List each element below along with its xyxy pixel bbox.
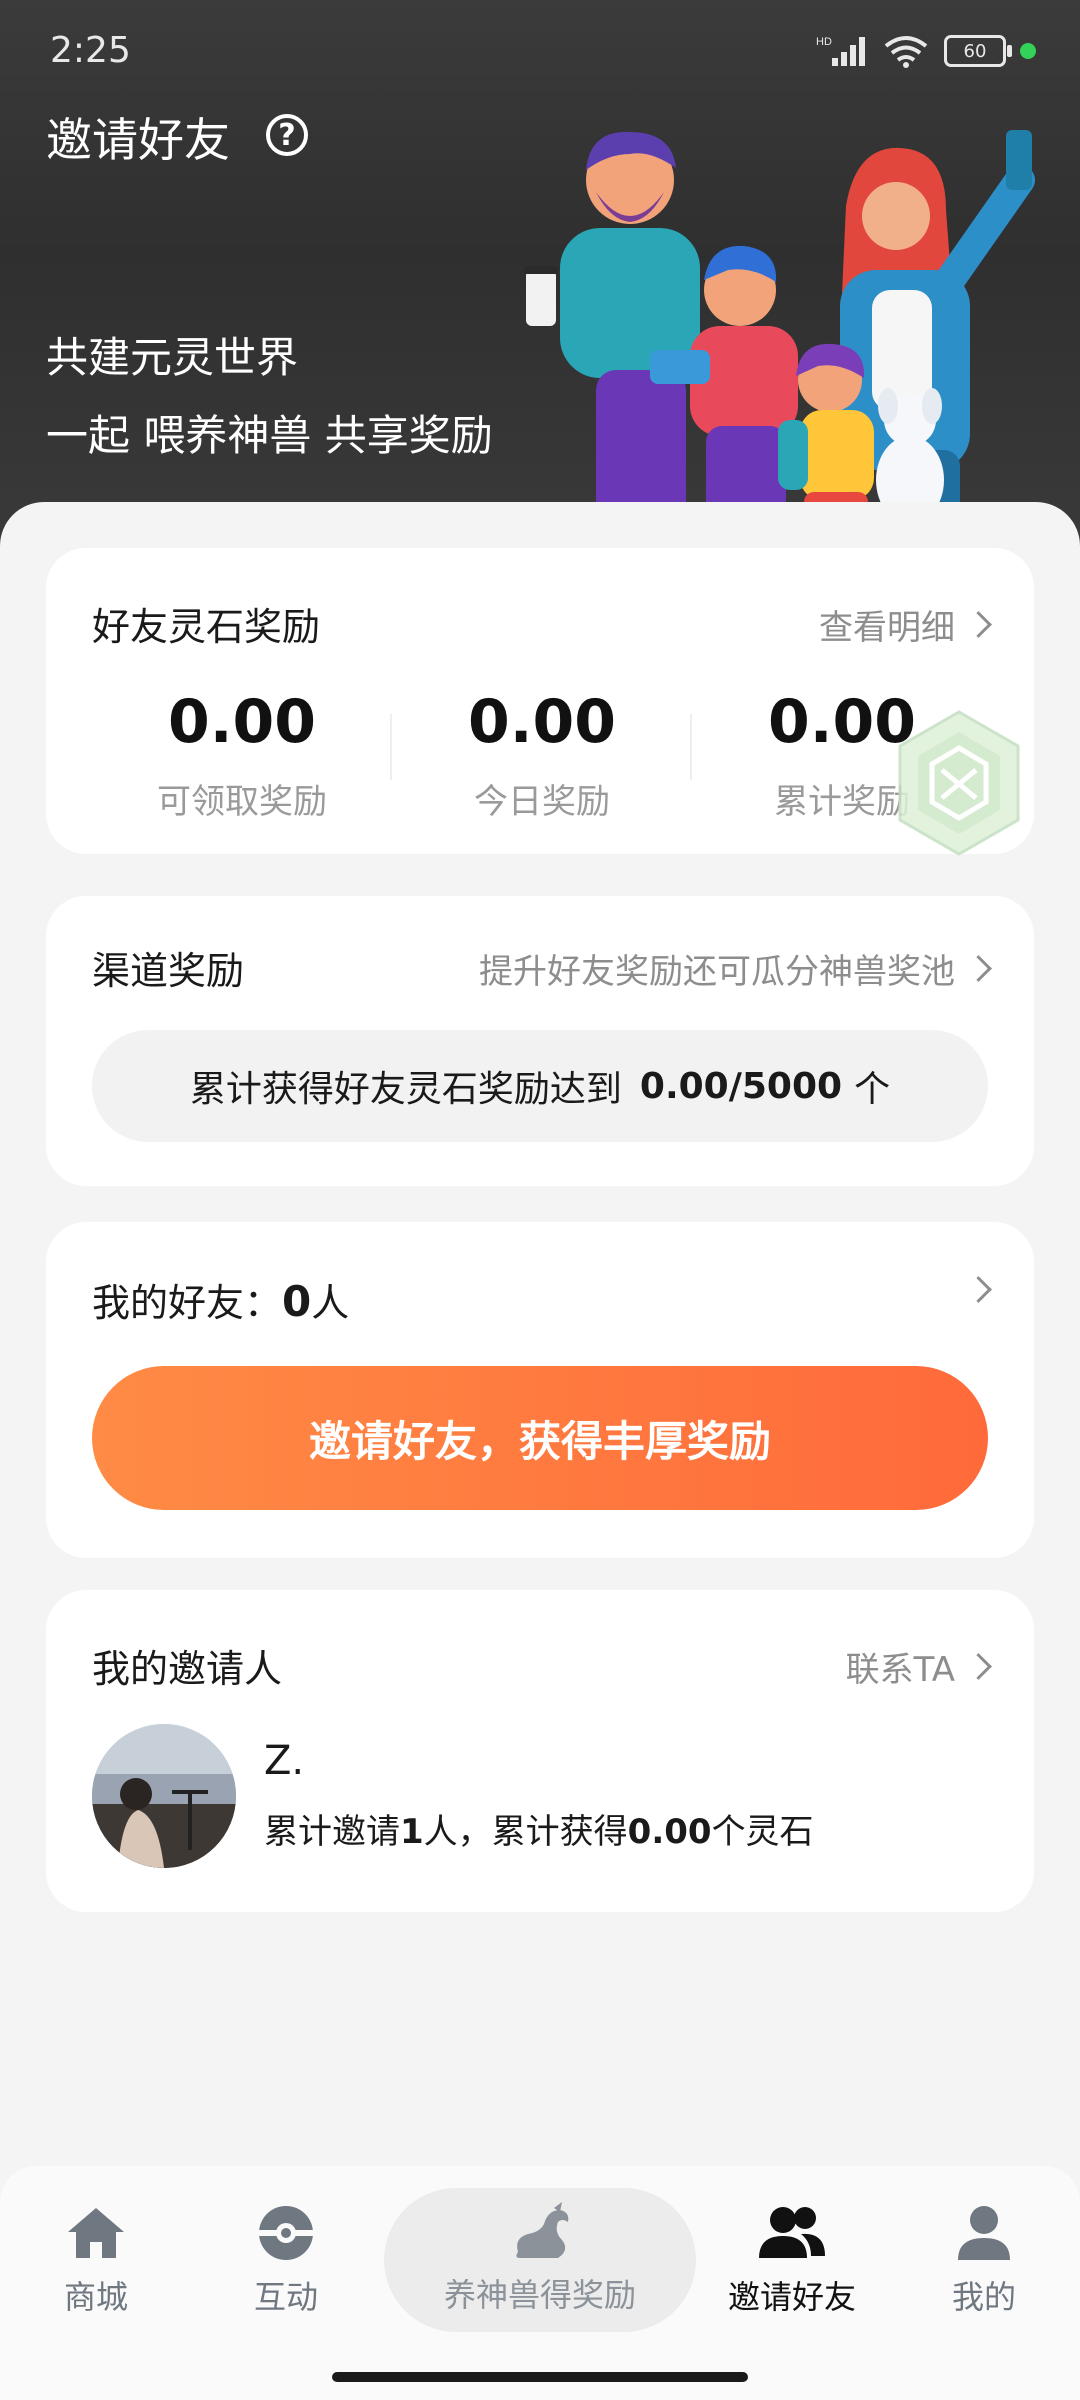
inviter-summary: 累计邀请1人，累计获得0.00个灵石 (264, 1812, 814, 1852)
stat-value: 0.00 (467, 687, 617, 757)
hero-header: 2:25 HD 60 邀请好友 ? 共建元灵世界 一起 喂养神兽 共享奖励 (0, 0, 1080, 560)
avatar[interactable] (92, 1724, 236, 1868)
bottom-nav: 商城 互动 养神兽得奖励 邀请好友 我的 (0, 2166, 1080, 2400)
contact-ta-link[interactable]: 联系TA (846, 1642, 992, 1691)
wifi-icon (884, 36, 928, 68)
battery-icon: 60 (944, 35, 1012, 67)
hero-slogan-2: 一起 喂养神兽 共享奖励 (46, 411, 493, 460)
content-sheet: 好友灵石奖励 查看明细 0.00 可领取奖励 0.00 今日奖励 0.00 累计… (0, 502, 1080, 2202)
family-illustration (524, 130, 1035, 540)
channel-progress: 累计获得好友灵石奖励达到 0.00/5000 个 (92, 1030, 988, 1142)
stat-value: 0.00 (167, 687, 317, 757)
signal-icon: HD (816, 36, 865, 66)
nav-item-mine[interactable]: 我的 (904, 2204, 1064, 2318)
svg-text:HD: HD (816, 36, 832, 48)
my-inviter-card: 我的邀请人 联系TA Z. 累计邀请1人，累计获得0.00个灵石 (46, 1590, 1034, 1912)
home-indicator (332, 2372, 748, 2382)
my-inviter-title: 我的邀请人 (92, 1647, 283, 1691)
view-details-link[interactable]: 查看明细 (819, 600, 992, 649)
my-friends-arrow[interactable] (955, 1276, 992, 1303)
dragon-icon (516, 2202, 569, 2258)
status-time: 2:25 (50, 30, 131, 71)
user-icon (958, 2206, 1010, 2260)
stat-label: 今日奖励 (474, 782, 610, 822)
invite-friends-button[interactable]: 邀请好友，获得丰厚奖励 (92, 1366, 988, 1510)
chevron-right-icon (965, 1276, 992, 1303)
progress-value: 0.00/5000 (639, 1065, 843, 1107)
home-icon (68, 2208, 124, 2258)
chevron-right-icon (965, 611, 992, 638)
avatar-photo (92, 1724, 236, 1868)
nav-item-shop[interactable]: 商城 (16, 2204, 176, 2318)
stat-claimable: 0.00 可领取奖励 (92, 692, 392, 823)
gem-badge-icon[interactable] (894, 708, 1024, 858)
privacy-dot-icon (1020, 43, 1036, 59)
channel-reward-link[interactable]: 提升好友奖励还可瓜分神兽奖池 (479, 944, 992, 993)
page-title: 邀请好友 (46, 113, 230, 167)
my-friends-label: 我的好友：0人 (92, 1277, 350, 1326)
my-friends-card[interactable]: 我的好友：0人 邀请好友，获得丰厚奖励 (46, 1222, 1034, 1558)
stat-today: 0.00 今日奖励 (392, 692, 692, 823)
friends-count: 0 (282, 1277, 312, 1326)
nav-item-feed-beast[interactable]: 养神兽得奖励 (384, 2188, 696, 2332)
friend-reward-card: 好友灵石奖励 查看明细 0.00 可领取奖励 0.00 今日奖励 0.00 累计… (46, 548, 1034, 856)
status-icons: HD 60 (814, 34, 1036, 68)
nav-item-interact[interactable]: 互动 (206, 2204, 366, 2318)
channel-reward-card: 渠道奖励 提升好友奖励还可瓜分神兽奖池 累计获得好友灵石奖励达到 0.00/50… (46, 896, 1034, 1186)
nav-item-invite[interactable]: 邀请好友 (712, 2204, 872, 2318)
stat-label: 可领取奖励 (157, 782, 327, 822)
friends-icon (759, 2207, 825, 2258)
pokeball-icon (259, 2206, 313, 2260)
chevron-right-icon (965, 955, 992, 982)
inviter-name: Z. (264, 1738, 305, 1784)
chevron-right-icon (965, 1653, 992, 1680)
friend-reward-title: 好友灵石奖励 (92, 605, 321, 649)
hero-slogan-1: 共建元灵世界 (46, 333, 299, 382)
channel-reward-title: 渠道奖励 (92, 949, 245, 993)
question-circle-icon[interactable]: ? (266, 114, 308, 156)
status-bar: 2:25 HD 60 (0, 0, 1080, 108)
